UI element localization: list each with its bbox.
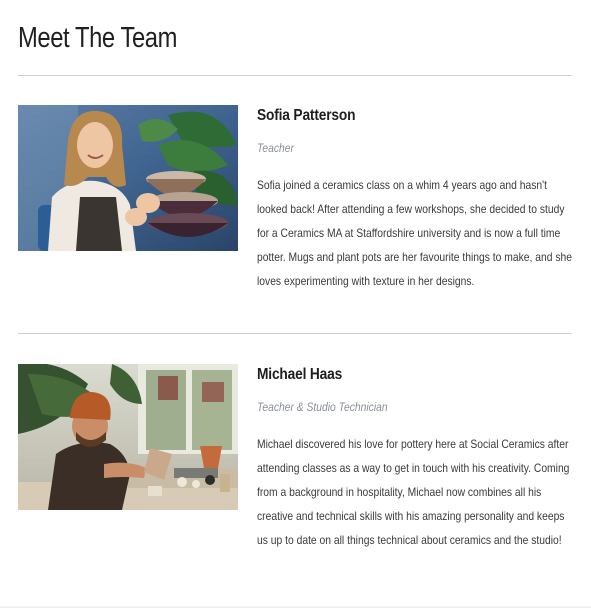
header-divider <box>18 75 572 76</box>
team-member-name: Sofia Patterson <box>257 107 356 124</box>
team-member-photo <box>18 105 238 251</box>
member-divider <box>18 333 572 334</box>
page-title: Meet The Team <box>18 22 178 54</box>
team-member-bio: Michael discovered his love for pottery … <box>257 437 570 547</box>
team-member-bio: Sofia joined a ceramics class on a whim … <box>257 178 572 288</box>
team-member-name: Michael Haas <box>257 366 343 383</box>
team-member-role: Teacher & Studio Technician <box>257 400 388 414</box>
team-member-role: Teacher <box>257 141 294 155</box>
team-member-photo <box>18 364 238 510</box>
